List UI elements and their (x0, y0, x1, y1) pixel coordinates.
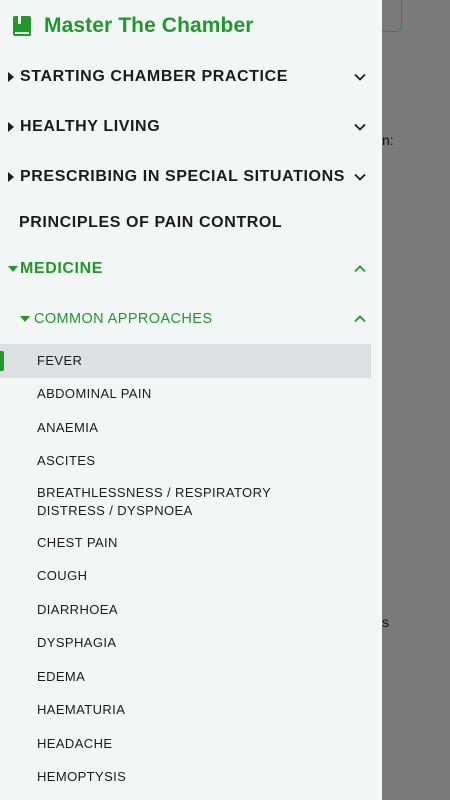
list-item-fever[interactable]: FEVER (0, 344, 371, 378)
app-title: Master The Chamber (44, 14, 254, 37)
list-item[interactable]: ABDOMINAL PAIN (0, 378, 382, 412)
list-item[interactable]: ASCITES (0, 445, 382, 479)
chevron-up-icon (354, 315, 366, 323)
section-healthy-living[interactable]: HEALTHY LIVING (0, 102, 382, 152)
chevron-down-icon (354, 173, 366, 181)
section-label: MEDICINE (20, 260, 104, 277)
caret-down-icon (8, 266, 20, 272)
caret-right-icon (8, 172, 20, 182)
drawer-header[interactable]: Master The Chamber (0, 0, 382, 52)
list-item[interactable]: HAEMATURIA (0, 694, 382, 728)
list-item[interactable]: HEMOPTYSIS (0, 761, 382, 795)
background-text: s (382, 614, 389, 630)
caret-right-icon (8, 72, 20, 82)
section-starting-chamber-practice[interactable]: STARTING CHAMBER PRACTICE (0, 52, 382, 102)
section-principles-of-pain-control[interactable]: PRINCIPLES OF PAIN CONTROL (0, 202, 382, 244)
list-item[interactable]: COUGH (0, 560, 382, 594)
list-item[interactable]: DYSPHAGIA (0, 627, 382, 661)
caret-down-icon (20, 316, 34, 322)
caret-right-icon (8, 122, 20, 132)
list-item[interactable]: DIARRHOEA (0, 593, 382, 627)
section-label: HEALTHY LIVING (20, 118, 161, 135)
section-medicine[interactable]: MEDICINE (0, 244, 382, 294)
background-text: n: (382, 132, 394, 148)
subsection-label: COMMON APPROACHES (34, 311, 213, 327)
chevron-down-icon (354, 123, 366, 131)
subsection-common-approaches[interactable]: COMMON APPROACHES (0, 294, 382, 344)
topic-list: FEVER ABDOMINAL PAIN ANAEMIA ASCITES BRE… (0, 344, 382, 794)
list-item[interactable]: HEADACHE (0, 727, 382, 761)
list-item[interactable]: CHEST PAIN (0, 526, 382, 560)
section-label: STARTING CHAMBER PRACTICE (20, 68, 289, 85)
section-label: PRINCIPLES OF PAIN CONTROL (19, 214, 283, 231)
book-icon (13, 16, 31, 36)
list-item[interactable]: BREATHLESSNESS / RESPIRATORY DISTRESS / … (0, 478, 382, 526)
section-prescribing-special-situations[interactable]: PRESCRIBING IN SPECIAL SITUATIONS (0, 152, 382, 202)
list-item[interactable]: EDEMA (0, 660, 382, 694)
navigation-drawer: Master The Chamber STARTING CHAMBER PRAC… (0, 0, 382, 800)
list-item[interactable]: ANAEMIA (0, 411, 382, 445)
chevron-up-icon (354, 265, 366, 273)
chevron-down-icon (354, 73, 366, 81)
section-label: PRESCRIBING IN SPECIAL SITUATIONS (20, 168, 346, 185)
